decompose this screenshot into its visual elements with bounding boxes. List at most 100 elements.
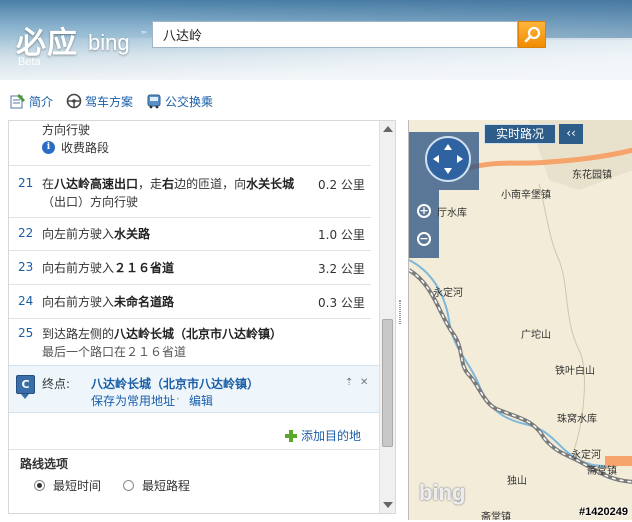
list-item[interactable]: 23 向右前方驶入２１６省道 3.2 公里 [9, 251, 371, 285]
step-text: 向右前方驶入未命名道路 [42, 293, 297, 311]
step-distance: 1.0 公里 [318, 228, 365, 242]
close-icon[interactable]: ✕ [360, 377, 368, 388]
search-input[interactable] [152, 21, 518, 48]
toll-notice: i 收费路段 [42, 139, 109, 156]
text-bold: 右 [162, 177, 175, 191]
scroll-up-icon[interactable] [383, 126, 393, 132]
text-part: 到达路左侧的 [42, 327, 115, 341]
search-icon [524, 26, 541, 43]
destination-card: C 终点: 八达岭长城（北京市八达岭镇） 保存为常用地址 · 编辑 ⇡ ✕ [9, 365, 381, 413]
summary-label: 简介 [29, 94, 54, 109]
text-part: 最后一个路口在２１６省道 [42, 345, 187, 359]
scrollbar[interactable] [379, 121, 395, 513]
step-text: 方向行驶 [42, 123, 91, 137]
transit-tab[interactable]: 公交换乘 [146, 92, 213, 110]
summary-icon [10, 93, 26, 109]
map-label: 东花园镇 [572, 170, 612, 181]
destination-name[interactable]: 八达岭长城（北京市八达岭镇） [91, 375, 259, 392]
radio-label: 最短路程 [142, 479, 191, 493]
zoom-bar: + − [409, 190, 439, 258]
step-text: 向左前方驶入水关路 [42, 225, 297, 243]
text-part: （出口）方向行驶 [42, 195, 139, 209]
link-separator: · [176, 392, 180, 406]
collapse-icon[interactable]: ‹‹ [559, 124, 583, 144]
add-destination-label: 添加目的地 [301, 429, 362, 443]
text-part: 向右前方驶入 [42, 295, 115, 309]
text-bold: 水关路 [114, 227, 151, 241]
step-distance: 3.2 公里 [318, 262, 365, 276]
step-text: 向右前方驶入２１６省道 [42, 259, 297, 277]
map-view[interactable]: 实时路况 ‹‹ + − 东花园镇 小南辛堡镇 厅水库 永定河 广坨山 铁叶白山 … [408, 120, 632, 520]
scroll-thumb[interactable] [382, 319, 393, 447]
list-item[interactable]: 21 在八达岭高速出口，走右边的匝道，向水关长城 （出口）方向行驶 0.2 公里 [9, 166, 371, 218]
map-label: 珠窝水库 [557, 414, 597, 425]
radio-label: 最短时间 [53, 479, 102, 493]
destination-label: 终点: [42, 377, 71, 391]
toolbar: 简介 驾车方案 公交换乘 [0, 86, 632, 114]
text-part: 边的匝道，向 [174, 177, 247, 191]
search-button[interactable] [518, 21, 546, 48]
step-number: 25 [18, 326, 34, 340]
text-bold: 八达岭长城（北京市八达岭镇） [114, 327, 283, 341]
radio-shortest-distance[interactable]: 最短路程 [123, 477, 190, 494]
list-item[interactable]: 24 向右前方驶入未命名道路 0.3 公里 [9, 285, 371, 319]
text-bold: 水关长城 [246, 177, 295, 191]
step-distance: 0.3 公里 [318, 296, 365, 310]
zoom-in-icon[interactable]: + [417, 204, 431, 218]
list-item[interactable]: 25 到达路左侧的八达岭长城（北京市八达岭镇） 最后一个路口在２１６省道 [9, 319, 371, 365]
map-label: 永定河 [433, 288, 463, 299]
save-address-link[interactable]: 保存为常用地址 [91, 392, 175, 409]
zoom-out-icon[interactable]: − [417, 232, 431, 246]
pan-control-icon[interactable] [425, 136, 471, 182]
map-label: 斋堂镇 [481, 512, 511, 520]
divider [9, 449, 381, 450]
text-bold: ２１６省道 [114, 261, 175, 275]
destination-pin-icon: C [16, 375, 35, 399]
drive-label: 驾车方案 [85, 94, 134, 109]
text-part: 向左前方驶入 [42, 227, 115, 241]
text-bold: 未命名道路 [114, 295, 175, 309]
drive-tab[interactable]: 驾车方案 [66, 92, 133, 110]
move-up-icon[interactable]: ⇡ [345, 377, 353, 388]
text-part: 在 [42, 177, 55, 191]
image-id-watermark: #1420249 [579, 506, 628, 518]
route-options-title: 路线选项 [20, 457, 69, 471]
text-bold: 八达岭高速出口 [54, 177, 139, 191]
list-item[interactable]: 方向行驶 i 收费路段 [9, 121, 371, 166]
radio-unselected-icon[interactable] [123, 480, 134, 491]
text-part: 向右前方驶入 [42, 261, 115, 275]
text-part: ，走 [138, 177, 163, 191]
toll-label: 收费路段 [61, 141, 110, 155]
directions-panel: 方向行驶 i 收费路段 21 在八达岭高速出口，走右边的匝道，向水关长城 （出口）… [8, 120, 396, 514]
scroll-down-icon[interactable] [383, 502, 393, 508]
bing-logo-tm: ™ [140, 30, 148, 39]
map-label: 永定河 [571, 450, 601, 461]
summary-tab[interactable]: 简介 [10, 92, 53, 110]
map-label: 铁叶白山 [555, 366, 595, 377]
beta-label: Beta [18, 56, 41, 68]
transit-label: 公交换乘 [165, 94, 214, 109]
map-label: 独山 [507, 476, 527, 487]
step-text: 在八达岭高速出口，走右边的匝道，向水关长城 （出口）方向行驶 [42, 175, 297, 211]
step-distance: 0.2 公里 [318, 178, 365, 192]
header-banner: 必应 bing ™ Beta [0, 0, 632, 80]
panel-splitter-handle[interactable] [399, 300, 401, 324]
bing-logo-en[interactable]: bing [88, 30, 130, 56]
add-destination-button[interactable]: 添加目的地 [285, 427, 361, 444]
map-label: 斋堂镇 [587, 466, 617, 477]
radio-selected-icon[interactable] [34, 480, 45, 491]
step-text: 到达路左侧的八达岭长城（北京市八达岭镇） 最后一个路口在２１６省道 [42, 325, 342, 361]
map-label: 小南辛堡镇 [501, 190, 551, 201]
bing-map-watermark: bing [419, 480, 466, 505]
list-item[interactable]: 22 向左前方驶入水关路 1.0 公里 [9, 218, 371, 251]
step-number: 22 [18, 226, 34, 240]
plus-icon [285, 429, 297, 442]
step-number: 23 [18, 260, 34, 274]
step-number: 21 [18, 176, 34, 190]
info-icon: i [42, 141, 55, 154]
edit-link[interactable]: 编辑 [189, 392, 213, 409]
map-label: 广坨山 [521, 330, 551, 341]
traffic-button[interactable]: 实时路况 [484, 124, 556, 144]
directions-list: 方向行驶 i 收费路段 21 在八达岭高速出口，走右边的匝道，向水关长城 （出口）… [9, 121, 381, 513]
radio-shortest-time[interactable]: 最短时间 [34, 477, 101, 494]
